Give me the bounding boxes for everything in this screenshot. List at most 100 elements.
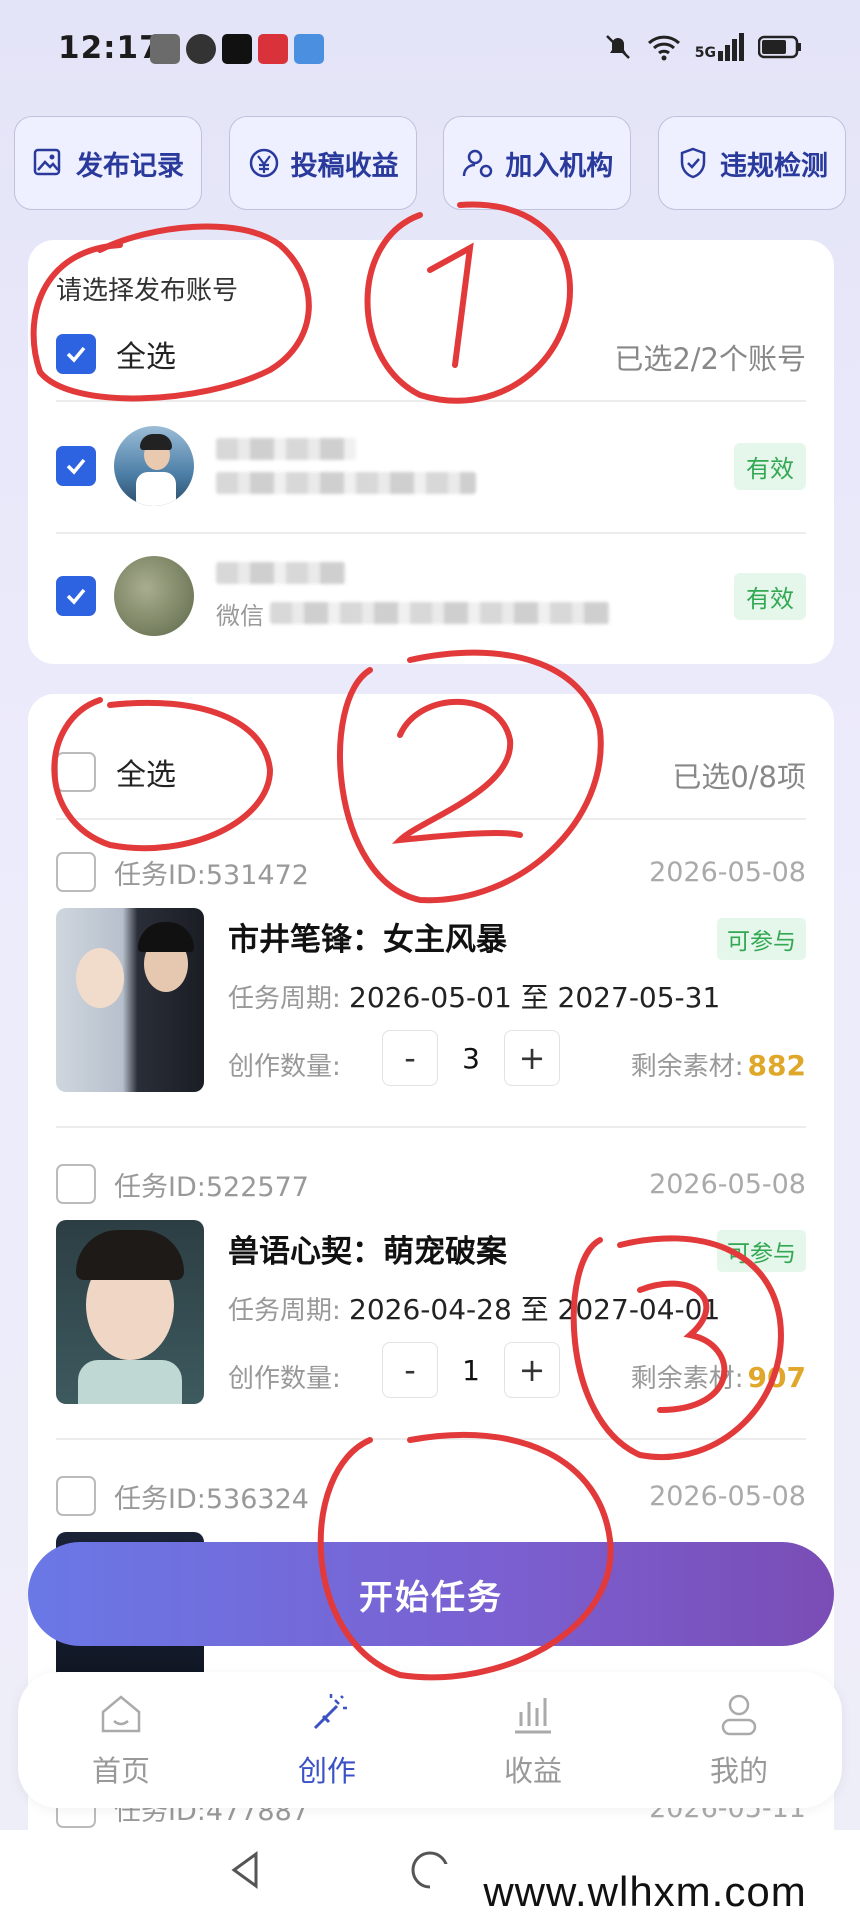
account-info-redacted: 微信 <box>216 561 610 631</box>
quantity-value[interactable]: 1 <box>438 1354 504 1387</box>
avatar <box>114 556 194 636</box>
check-icon <box>66 346 86 363</box>
nav-create-label: 创作 <box>297 1754 356 1788</box>
app-shield-icon <box>294 34 324 64</box>
divider <box>56 1126 806 1128</box>
task-status-badge: 可参与 <box>717 1230 806 1272</box>
publish-records-button[interactable]: 发布记录 <box>14 116 202 210</box>
task-cover-image <box>56 1220 204 1404</box>
nav-earnings-label: 收益 <box>503 1754 562 1788</box>
task-period: 任务周期: 2026-05-01 至 2027-05-31 <box>228 976 720 1016</box>
account-checkbox[interactable] <box>56 446 96 486</box>
signal-icon: 5G <box>695 33 744 61</box>
task-id: 任务ID:522577 <box>114 1171 309 1203</box>
magic-wand-icon <box>313 1694 347 1730</box>
publish-records-label: 发布记录 <box>76 150 184 182</box>
mute-icon <box>605 35 630 59</box>
network-type: 5G <box>694 45 716 61</box>
tiktok-icon <box>222 34 252 64</box>
account-platform: 微信 <box>216 601 264 630</box>
tasks-select-all-label: 全选 <box>116 758 176 793</box>
divider <box>56 400 806 402</box>
violation-check-label: 违规检测 <box>719 150 828 182</box>
decrement-button[interactable]: - <box>382 1342 438 1398</box>
account-info-redacted <box>216 438 476 494</box>
accounts-select-all-checkbox[interactable] <box>56 334 96 374</box>
divider <box>56 1438 806 1440</box>
status-badge: 有效 <box>734 442 806 490</box>
bar-chart-icon <box>515 1698 551 1734</box>
task-status-badge: 可参与 <box>717 918 806 960</box>
task-qty-label: 创作数量: <box>228 1052 341 1082</box>
account-item[interactable]: 有效 <box>56 416 806 516</box>
back-icon[interactable] <box>224 1848 268 1892</box>
increment-button[interactable]: + <box>504 1030 560 1086</box>
remain-label: 剩余素材: <box>630 1364 744 1394</box>
remaining-materials: 剩余素材: 907 <box>631 1358 806 1395</box>
violation-check-button[interactable]: 违规检测 <box>657 116 846 210</box>
decrement-button[interactable]: - <box>382 1030 438 1086</box>
remain-label: 剩余素材: <box>630 1052 744 1082</box>
home-icon <box>101 1695 141 1733</box>
task-item[interactable]: 任务ID:522577 2026-05-08 兽语心契：萌宠破案 可参与 任务周… <box>56 1164 806 1424</box>
task-period: 任务周期: 2026-04-28 至 2027-04-01 <box>228 1288 720 1328</box>
remain-value: 882 <box>747 1049 806 1082</box>
user-gear-icon <box>463 149 493 178</box>
accounts-selected-count: 已选2/2个账号 <box>614 342 806 376</box>
task-title: 市井笔锋：女主风暴 <box>228 922 507 958</box>
check-icon <box>66 588 86 605</box>
battery-icon <box>758 35 801 59</box>
game-app-icon <box>258 34 288 64</box>
submission-earnings-button[interactable]: 投稿收益 <box>228 116 417 210</box>
app-notification-icon <box>150 34 180 64</box>
quantity-stepper: - 1 + <box>382 1342 560 1398</box>
task-date: 2026-05-08 <box>649 1480 806 1512</box>
nav-profile-label: 我的 <box>709 1754 768 1788</box>
status-badge: 有效 <box>734 572 806 620</box>
account-checkbox[interactable] <box>56 576 96 616</box>
start-task-button[interactable]: 开始任务 <box>28 1542 834 1646</box>
accounts-select-all[interactable]: 全选 <box>56 332 176 376</box>
accounts-select-all-label: 全选 <box>116 340 176 375</box>
image-edit-icon <box>33 148 61 176</box>
task-id: 任务ID:536324 <box>114 1483 309 1515</box>
quantity-value[interactable]: 3 <box>438 1042 504 1075</box>
task-checkbox[interactable] <box>56 1476 96 1516</box>
task-period-value: 2026-05-01 至 2027-05-31 <box>349 981 721 1014</box>
account-item[interactable]: 微信 有效 <box>56 546 806 646</box>
top-toolbar: 发布记录 投稿收益 加入机构 违规检测 <box>14 116 846 210</box>
notification-icons <box>150 34 324 64</box>
bottom-nav: 首页 创作 收益 我的 <box>18 1672 842 1808</box>
task-qty-label: 创作数量: <box>228 1364 341 1394</box>
task-period-label: 任务周期: <box>228 1296 341 1326</box>
remaining-materials: 剩余素材: 882 <box>631 1046 806 1083</box>
shield-check-icon <box>680 147 706 179</box>
nav-create[interactable]: 创作 <box>224 1672 430 1808</box>
status-right: 5G <box>603 32 802 62</box>
divider <box>56 818 806 820</box>
task-checkbox[interactable] <box>56 1164 96 1204</box>
join-agency-button[interactable]: 加入机构 <box>443 116 632 210</box>
nav-profile[interactable]: 我的 <box>636 1672 842 1808</box>
avatar <box>114 426 194 506</box>
task-period-label: 任务周期: <box>228 984 341 1014</box>
task-period-value: 2026-04-28 至 2027-04-01 <box>349 1293 721 1326</box>
increment-button[interactable]: + <box>504 1342 560 1398</box>
nav-home[interactable]: 首页 <box>18 1672 224 1808</box>
tasks-select-all-checkbox[interactable] <box>56 752 96 792</box>
task-checkbox[interactable] <box>56 852 96 892</box>
tasks-selected-count: 已选0/8项 <box>672 760 806 794</box>
account-section-title: 请选择发布账号 <box>56 276 239 306</box>
chat-icon <box>186 34 216 64</box>
task-title: 兽语心契：萌宠破案 <box>228 1234 507 1270</box>
account-select-card: 请选择发布账号 全选 已选2/2个账号 有效 微信 有效 <box>28 240 834 664</box>
task-item[interactable]: 任务ID:531472 2026-05-08 市井笔锋：女主风暴 可参与 任务周… <box>56 852 806 1112</box>
check-icon <box>66 458 86 475</box>
status-bar: 12:17 5G <box>0 0 860 100</box>
task-date: 2026-05-08 <box>649 856 806 888</box>
nav-earnings[interactable]: 收益 <box>430 1672 636 1808</box>
wifi-icon <box>647 35 680 61</box>
divider <box>56 532 806 534</box>
tasks-select-all[interactable]: 全选 <box>56 750 176 794</box>
task-cover-image <box>56 908 204 1092</box>
